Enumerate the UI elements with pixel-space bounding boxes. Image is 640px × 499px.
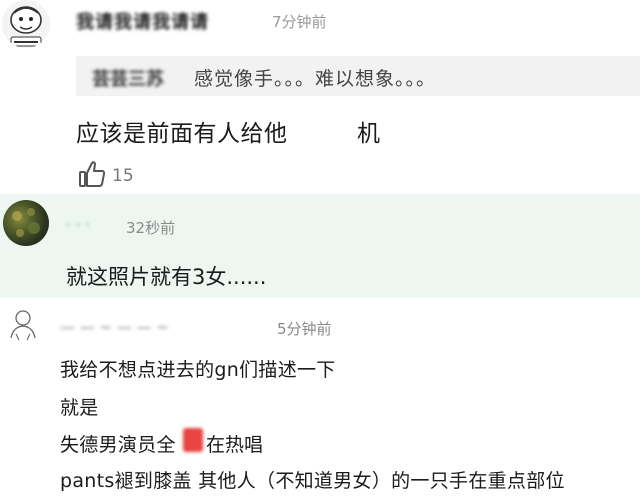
watermark <box>470 472 640 499</box>
comment-line: 我给不想点进去的gn们描述一下 <box>60 359 336 381</box>
quoted-text: 感觉像手。。。难以想象。。。 <box>194 68 437 90</box>
redaction-mask <box>311 114 351 142</box>
comment-body: 就这照片就有3女...... <box>66 265 267 289</box>
comment-timestamp: 32秒前 <box>126 219 176 237</box>
cartoon-avatar-icon[interactable] <box>2 0 50 48</box>
comment-line: 就是 <box>60 397 99 419</box>
thumbs-up-icon[interactable] <box>78 159 106 189</box>
comment-timestamp: 7分钟前 <box>272 13 327 31</box>
comment-username[interactable]: — — ~ — — ~ <box>60 318 270 340</box>
like-count: 15 <box>112 166 134 186</box>
comment-username[interactable]: · · · <box>66 216 118 236</box>
comment-body: 应该是前面有人给他 <box>76 121 288 147</box>
comment-line: 失德男演员全 <box>60 434 176 456</box>
photo-avatar[interactable] <box>3 200 49 246</box>
censor-mark <box>183 428 203 452</box>
comment-username[interactable]: 我请我请我请请 <box>76 8 262 34</box>
sketch-avatar-icon[interactable] <box>3 304 43 344</box>
quoted-username[interactable]: 芸芸三苏 <box>92 65 188 87</box>
comment-line-tail: 在热唱 <box>206 434 264 456</box>
comment-body-tail: 机 <box>357 121 380 147</box>
comment-timestamp: 5分钟前 <box>277 320 332 338</box>
